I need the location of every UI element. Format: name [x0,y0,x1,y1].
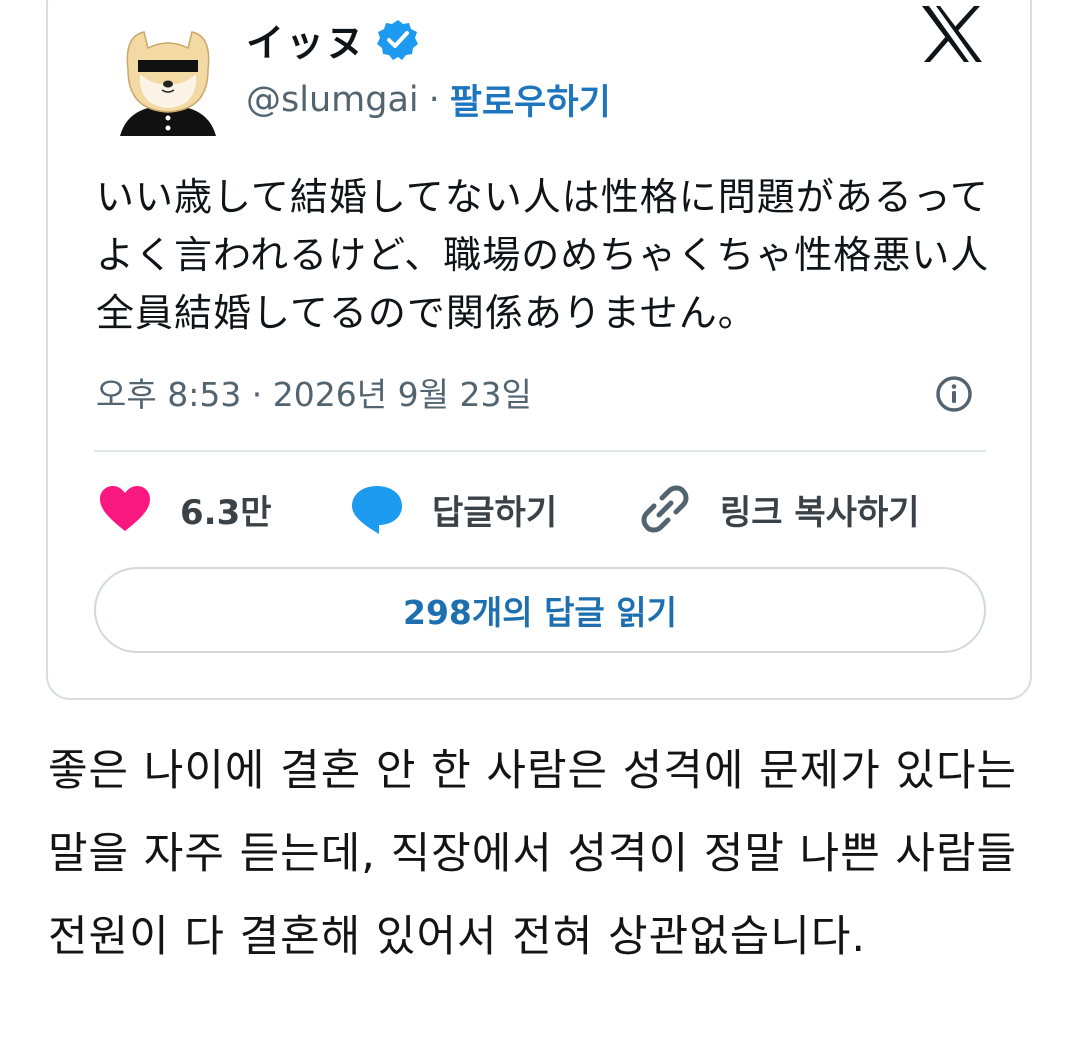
x-logo-icon[interactable] [920,4,984,64]
read-replies-label: 298개의 답글 읽기 [402,593,678,632]
handle-row: @slumgai · 팔로우하기 [246,74,611,125]
display-name[interactable]: イッヌ [246,12,420,67]
speech-bubble-icon [352,486,402,534]
link-icon [641,485,689,533]
divider [94,450,986,452]
follow-link[interactable]: 팔로우하기 [450,74,611,125]
like-button[interactable]: 6.3만 [98,480,272,538]
avatar[interactable] [112,18,224,136]
copy-link-label: 링크 복사하기 [720,492,920,533]
copy-link-button[interactable]: 링크 복사하기 [638,480,920,538]
reply-label: 답글하기 [432,492,558,533]
user-handle[interactable]: @slumgai [246,80,419,120]
display-name-text: イッヌ [246,21,367,65]
read-replies-button[interactable]: 298개의 답글 읽기 [94,567,986,653]
tweet-timestamp[interactable]: 오후 8:53 · 2026년 9월 23일 [96,368,532,416]
reply-button[interactable]: 답글하기 [350,480,557,538]
heart-icon [100,486,150,531]
translation-text: 좋은 나이에 결혼 안 한 사람은 성격에 문제가 있다는 말을 자주 듣는데,… [48,746,1018,962]
tweet-text: いい歳して結婚してない人は性格に問題があるってよく言われるけど、職場のめちゃくち… [96,175,990,335]
separator-dot: · [428,79,440,120]
verified-badge-icon [377,19,419,60]
info-icon[interactable] [934,374,974,414]
like-count: 6.3만 [180,492,272,533]
